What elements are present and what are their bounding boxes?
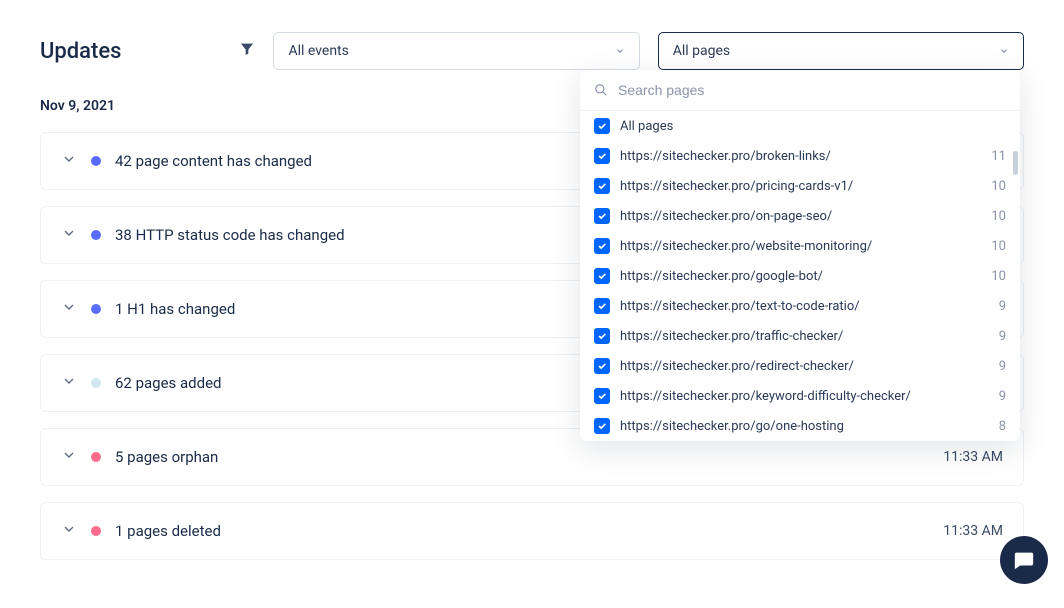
option-count: 9 xyxy=(999,359,1006,374)
option-count: 10 xyxy=(991,209,1006,224)
chevron-down-icon[interactable] xyxy=(61,225,77,245)
event-card[interactable]: 1 pages deleted 11:33 AM xyxy=(40,502,1024,560)
option-row[interactable]: https://sitechecker.pro/on-page-seo/10 xyxy=(580,201,1020,231)
status-dot xyxy=(91,304,101,314)
checkbox[interactable] xyxy=(594,418,610,434)
option-count: 9 xyxy=(999,389,1006,404)
event-time: 11:33 AM xyxy=(943,449,1003,465)
page-title: Updates xyxy=(40,39,121,64)
option-row[interactable]: https://sitechecker.pro/redirect-checker… xyxy=(580,351,1020,381)
pages-dropdown[interactable]: All pages xyxy=(658,32,1024,70)
option-row[interactable]: https://sitechecker.pro/keyword-difficul… xyxy=(580,381,1020,411)
status-dot xyxy=(91,230,101,240)
checkbox[interactable] xyxy=(594,328,610,344)
chevron-down-icon[interactable] xyxy=(61,447,77,467)
option-count: 8 xyxy=(999,419,1006,434)
status-dot xyxy=(91,156,101,166)
event-time: 11:33 AM xyxy=(943,523,1003,539)
status-dot xyxy=(91,452,101,462)
checkbox[interactable] xyxy=(594,298,610,314)
option-row[interactable]: https://sitechecker.pro/go/one-hosting 8 xyxy=(580,411,1020,441)
option-row[interactable]: https://sitechecker.pro/google-bot/10 xyxy=(580,261,1020,291)
search-row xyxy=(580,70,1020,111)
option-label: https://sitechecker.pro/pricing-cards-v1… xyxy=(620,179,981,194)
option-label: https://sitechecker.pro/website-monitori… xyxy=(620,239,981,254)
option-label: https://sitechecker.pro/broken-links/ xyxy=(620,149,981,164)
option-row[interactable]: https://sitechecker.pro/website-monitori… xyxy=(580,231,1020,261)
scrollbar-indicator[interactable] xyxy=(1013,151,1018,175)
events-dropdown-label: All events xyxy=(288,43,348,59)
chevron-down-icon[interactable] xyxy=(61,521,77,541)
event-text: 5 pages orphan xyxy=(115,448,929,466)
checkbox[interactable] xyxy=(594,268,610,284)
events-dropdown[interactable]: All events xyxy=(273,32,639,70)
option-row[interactable]: All pages xyxy=(580,111,1020,141)
checkbox[interactable] xyxy=(594,118,610,134)
pages-dropdown-panel: All pages https://sitechecker.pro/broken-… xyxy=(580,70,1020,441)
option-label: All pages xyxy=(620,119,1006,134)
option-label: https://sitechecker.pro/text-to-code-rat… xyxy=(620,299,989,314)
checkbox[interactable] xyxy=(594,178,610,194)
chat-icon xyxy=(1013,549,1035,571)
chat-button[interactable] xyxy=(1000,536,1048,584)
option-label: https://sitechecker.pro/go/one-hosting xyxy=(620,419,989,434)
status-dot xyxy=(91,378,101,388)
chevron-down-icon[interactable] xyxy=(61,299,77,319)
filter-icon[interactable] xyxy=(239,41,255,61)
checkbox[interactable] xyxy=(594,208,610,224)
option-label: https://sitechecker.pro/traffic-checker/ xyxy=(620,329,989,344)
checkbox[interactable] xyxy=(594,358,610,374)
chevron-down-icon xyxy=(999,46,1009,56)
search-input[interactable] xyxy=(618,82,1006,98)
chevron-down-icon[interactable] xyxy=(61,373,77,393)
option-count: 9 xyxy=(999,329,1006,344)
option-count: 10 xyxy=(991,179,1006,194)
chevron-down-icon[interactable] xyxy=(61,151,77,171)
option-label: https://sitechecker.pro/google-bot/ xyxy=(620,269,981,284)
option-count: 10 xyxy=(991,239,1006,254)
pages-dropdown-label: All pages xyxy=(673,43,730,59)
option-label: https://sitechecker.pro/redirect-checker… xyxy=(620,359,989,374)
option-label: https://sitechecker.pro/keyword-difficul… xyxy=(620,389,989,404)
option-count: 9 xyxy=(999,299,1006,314)
option-row[interactable]: https://sitechecker.pro/pricing-cards-v1… xyxy=(580,171,1020,201)
checkbox[interactable] xyxy=(594,238,610,254)
event-text: 1 pages deleted xyxy=(115,522,929,540)
option-count: 10 xyxy=(991,269,1006,284)
status-dot xyxy=(91,526,101,536)
header-row: Updates All events All pages xyxy=(40,32,1024,70)
checkbox[interactable] xyxy=(594,148,610,164)
search-icon xyxy=(594,83,608,97)
chevron-down-icon xyxy=(615,46,625,56)
option-row[interactable]: https://sitechecker.pro/traffic-checker/… xyxy=(580,321,1020,351)
option-label: https://sitechecker.pro/on-page-seo/ xyxy=(620,209,981,224)
option-count: 11 xyxy=(991,149,1006,164)
option-list[interactable]: All pages https://sitechecker.pro/broken-… xyxy=(580,111,1020,441)
option-row[interactable]: https://sitechecker.pro/text-to-code-rat… xyxy=(580,291,1020,321)
option-row[interactable]: https://sitechecker.pro/broken-links/11 xyxy=(580,141,1020,171)
checkbox[interactable] xyxy=(594,388,610,404)
